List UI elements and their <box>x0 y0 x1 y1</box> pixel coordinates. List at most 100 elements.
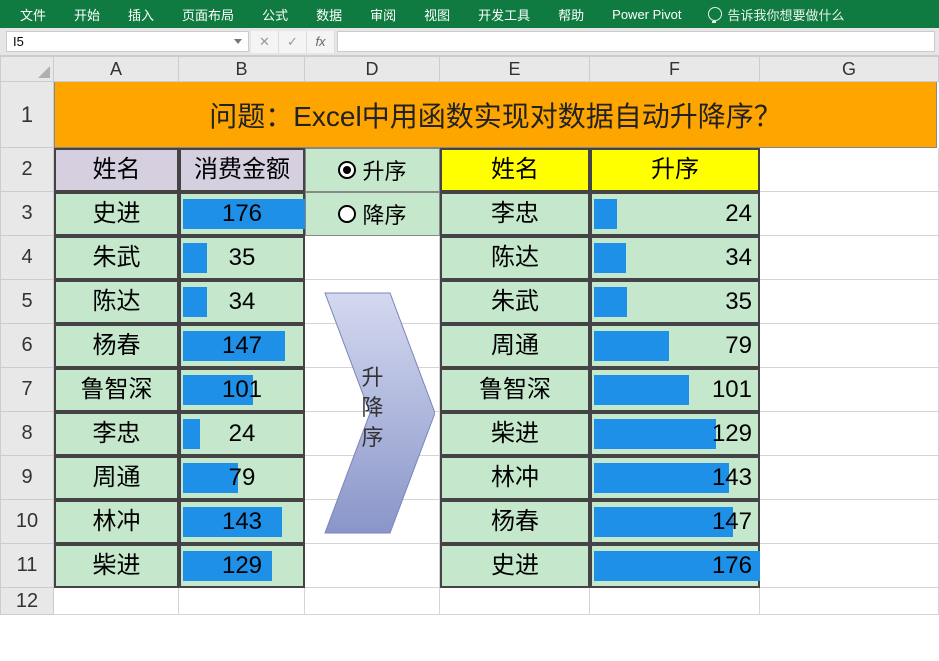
right-name-2[interactable]: 朱武 <box>440 280 590 324</box>
col-header-b[interactable]: B <box>179 56 305 82</box>
ribbon-tab-insert[interactable]: 插入 <box>116 1 166 28</box>
left-value-0[interactable]: 176 <box>179 192 305 236</box>
right-value-8[interactable]: 176 <box>590 544 760 588</box>
col-header-e[interactable]: E <box>440 56 590 82</box>
left-name-3[interactable]: 杨春 <box>54 324 179 368</box>
cell-f12[interactable] <box>590 588 760 615</box>
cell-d11[interactable] <box>305 544 440 588</box>
ribbon-tab-formulas[interactable]: 公式 <box>250 1 300 28</box>
cell-g6[interactable] <box>760 324 939 368</box>
left-header-amount[interactable]: 消费金额 <box>179 148 305 192</box>
right-header-name[interactable]: 姓名 <box>440 148 590 192</box>
right-value-1[interactable]: 34 <box>590 236 760 280</box>
left-value-7[interactable]: 143 <box>179 500 305 544</box>
left-value-1[interactable]: 35 <box>179 236 305 280</box>
left-value-4[interactable]: 101 <box>179 368 305 412</box>
cell-g11[interactable] <box>760 544 939 588</box>
name-box[interactable]: I5 <box>6 31 249 52</box>
cell-g7[interactable] <box>760 368 939 412</box>
ribbon-tab-powerpivot[interactable]: Power Pivot <box>600 3 693 26</box>
cell-d6[interactable] <box>305 324 440 368</box>
right-name-5[interactable]: 柴进 <box>440 412 590 456</box>
right-name-3[interactable]: 周通 <box>440 324 590 368</box>
confirm-formula-button[interactable]: ✓ <box>279 31 307 53</box>
col-header-a[interactable]: A <box>54 56 179 82</box>
ribbon-tab-home[interactable]: 开始 <box>62 1 112 28</box>
right-name-6[interactable]: 林冲 <box>440 456 590 500</box>
left-name-2[interactable]: 陈达 <box>54 280 179 324</box>
cell-g12[interactable] <box>760 588 939 615</box>
right-header-sort[interactable]: 升序 <box>590 148 760 192</box>
cell-e12[interactable] <box>440 588 590 615</box>
right-name-0[interactable]: 李忠 <box>440 192 590 236</box>
tell-me-search[interactable]: 告诉我你想要做什么 <box>708 5 845 24</box>
row-header-4[interactable]: 4 <box>0 236 54 280</box>
cell-g2[interactable] <box>760 148 939 192</box>
cell-d12[interactable] <box>305 588 440 615</box>
select-all-corner[interactable] <box>0 56 54 82</box>
cell-d4[interactable] <box>305 236 440 280</box>
ribbon-tab-view[interactable]: 视图 <box>412 1 462 28</box>
cell-g8[interactable] <box>760 412 939 456</box>
left-value-3[interactable]: 147 <box>179 324 305 368</box>
cell-g10[interactable] <box>760 500 939 544</box>
right-name-7[interactable]: 杨春 <box>440 500 590 544</box>
right-name-1[interactable]: 陈达 <box>440 236 590 280</box>
row-header-10[interactable]: 10 <box>0 500 54 544</box>
cell-d8[interactable] <box>305 412 440 456</box>
cell-b12[interactable] <box>179 588 305 615</box>
left-name-1[interactable]: 朱武 <box>54 236 179 280</box>
ribbon-tab-dev[interactable]: 开发工具 <box>466 1 542 28</box>
cell-g9[interactable] <box>760 456 939 500</box>
formula-input[interactable] <box>337 31 935 52</box>
ribbon-tab-layout[interactable]: 页面布局 <box>170 1 246 28</box>
left-header-name[interactable]: 姓名 <box>54 148 179 192</box>
cell-d10[interactable] <box>305 500 440 544</box>
left-name-5[interactable]: 李忠 <box>54 412 179 456</box>
row-header-5[interactable]: 5 <box>0 280 54 324</box>
title-cell[interactable]: 问题：Excel中用函数实现对数据自动升降序？ <box>54 82 937 148</box>
ribbon-tab-help[interactable]: 帮助 <box>546 1 596 28</box>
left-name-7[interactable]: 林冲 <box>54 500 179 544</box>
col-header-g[interactable]: G <box>760 56 939 82</box>
cell-a12[interactable] <box>54 588 179 615</box>
right-name-8[interactable]: 史进 <box>440 544 590 588</box>
col-header-f[interactable]: F <box>590 56 760 82</box>
right-value-2[interactable]: 35 <box>590 280 760 324</box>
cancel-formula-button[interactable]: ✕ <box>251 31 279 53</box>
spreadsheet-grid[interactable]: A B D E F G 1 问题：Excel中用函数实现对数据自动升降序？ 2 … <box>0 56 939 615</box>
left-value-6[interactable]: 79 <box>179 456 305 500</box>
row-header-2[interactable]: 2 <box>0 148 54 192</box>
left-value-5[interactable]: 24 <box>179 412 305 456</box>
radio-descending[interactable]: 降序 <box>305 192 440 236</box>
row-header-6[interactable]: 6 <box>0 324 54 368</box>
ribbon-tab-review[interactable]: 审阅 <box>358 1 408 28</box>
right-value-3[interactable]: 79 <box>590 324 760 368</box>
left-name-0[interactable]: 史进 <box>54 192 179 236</box>
right-value-5[interactable]: 129 <box>590 412 760 456</box>
cell-g4[interactable] <box>760 236 939 280</box>
col-header-d[interactable]: D <box>305 56 440 82</box>
row-header-12[interactable]: 12 <box>0 588 54 615</box>
right-value-7[interactable]: 147 <box>590 500 760 544</box>
row-header-1[interactable]: 1 <box>0 82 54 148</box>
cell-d7[interactable] <box>305 368 440 412</box>
cell-d9[interactable] <box>305 456 440 500</box>
row-header-11[interactable]: 11 <box>0 544 54 588</box>
row-header-8[interactable]: 8 <box>0 412 54 456</box>
fx-button[interactable]: fx <box>307 31 335 53</box>
row-header-3[interactable]: 3 <box>0 192 54 236</box>
row-header-7[interactable]: 7 <box>0 368 54 412</box>
ribbon-tab-data[interactable]: 数据 <box>304 1 354 28</box>
right-value-0[interactable]: 24 <box>590 192 760 236</box>
right-value-4[interactable]: 101 <box>590 368 760 412</box>
left-name-6[interactable]: 周通 <box>54 456 179 500</box>
left-name-4[interactable]: 鲁智深 <box>54 368 179 412</box>
cell-g5[interactable] <box>760 280 939 324</box>
ribbon-tab-file[interactable]: 文件 <box>8 1 58 28</box>
radio-ascending[interactable]: 升序 <box>305 148 440 192</box>
cell-g3[interactable] <box>760 192 939 236</box>
left-name-8[interactable]: 柴进 <box>54 544 179 588</box>
right-value-6[interactable]: 143 <box>590 456 760 500</box>
left-value-2[interactable]: 34 <box>179 280 305 324</box>
